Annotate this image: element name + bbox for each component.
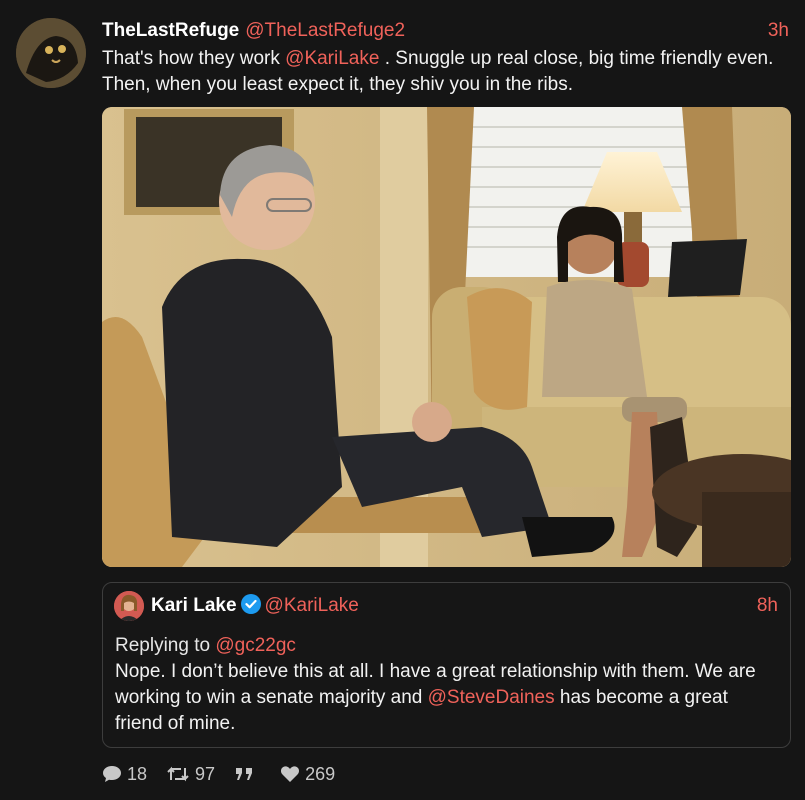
display-name[interactable]: TheLastRefuge	[102, 20, 239, 41]
replying-to: Replying to @gc22gc	[115, 633, 296, 659]
tweet-text-start: That's how they work	[102, 48, 286, 69]
tweet-header: TheLastRefuge @TheLastRefuge2 3h	[102, 18, 789, 44]
verified-badge-icon	[240, 594, 261, 614]
quoted-text: Nope. I don’t believe this at all. I hav…	[115, 659, 780, 737]
timestamp[interactable]: 3h	[768, 18, 789, 44]
replying-prefix: Replying to	[115, 635, 216, 656]
quote-button[interactable]	[234, 765, 261, 783]
like-count: 269	[305, 764, 336, 784]
retweet-button[interactable]: 97	[166, 762, 215, 786]
replying-to-link[interactable]: @gc22gc	[215, 635, 296, 656]
quote-icon	[236, 768, 253, 780]
quoted-header: Kari Lake @KariLake 8h	[151, 593, 778, 619]
avatar[interactable]	[16, 18, 86, 88]
heart-icon	[281, 766, 300, 782]
reply-count: 18	[127, 764, 148, 784]
retweet-icon	[167, 766, 189, 782]
tweet-photo[interactable]	[102, 107, 791, 567]
tweet: TheLastRefuge @TheLastRefuge2 3h That's h…	[0, 0, 805, 800]
quoted-timestamp[interactable]: 8h	[757, 593, 778, 619]
quoted-tweet[interactable]: Kari Lake @KariLake 8h Replying to @gc22g…	[102, 582, 791, 748]
quoted-display-name[interactable]: Kari Lake	[151, 595, 237, 616]
mention-link[interactable]: @KariLake	[285, 48, 379, 69]
reply-icon	[103, 766, 121, 782]
quoted-avatar[interactable]	[114, 591, 144, 621]
like-button[interactable]: 269	[280, 762, 335, 786]
reply-button[interactable]: 18	[102, 762, 147, 786]
quoted-user-handle[interactable]: @KariLake	[265, 595, 359, 616]
tweet-actions: 18 97 269	[102, 762, 349, 786]
retweet-count: 97	[195, 764, 216, 784]
quoted-mention-link[interactable]: @SteveDaines	[428, 687, 555, 708]
tweet-text: That's how they work @KariLake . Snuggle…	[102, 46, 792, 98]
user-handle[interactable]: @TheLastRefuge2	[245, 20, 405, 41]
